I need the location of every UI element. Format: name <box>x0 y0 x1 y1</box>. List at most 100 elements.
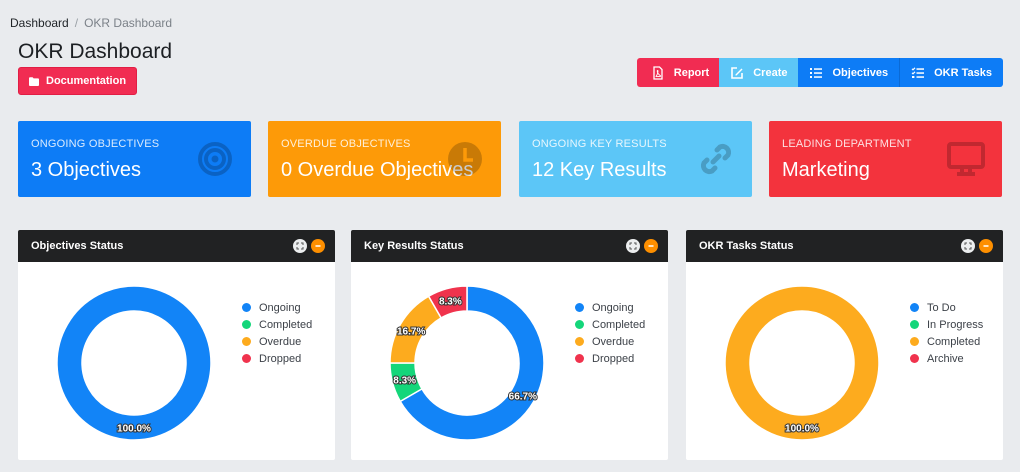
legend-item[interactable]: In Progress <box>910 316 983 333</box>
panel-title: Key Results Status <box>364 240 464 252</box>
legend-item[interactable]: Overdue <box>242 333 312 350</box>
chart-legend: Ongoing Completed Overdue Dropped <box>575 299 645 367</box>
legend-item[interactable]: Overdue <box>575 333 645 350</box>
legend-label: Dropped <box>259 352 302 365</box>
breadcrumb-separator: / <box>74 16 79 30</box>
panel-title: Objectives Status <box>31 240 124 252</box>
documentation-label: Documentation <box>46 75 127 87</box>
task-list-icon <box>911 66 925 78</box>
stat-label: ONGOING OBJECTIVES <box>31 138 160 150</box>
edit-icon <box>731 66 744 79</box>
okr-tasks-label: OKR Tasks <box>934 66 992 79</box>
legend-item[interactable]: Ongoing <box>242 299 312 316</box>
okr-tasks-button[interactable]: OKR Tasks <box>900 58 1003 87</box>
link-icon <box>700 143 732 175</box>
legend-dot <box>575 320 584 329</box>
chart-legend: To Do In Progress Completed Archive <box>910 299 983 367</box>
stat-value: 3 Objectives <box>31 159 142 181</box>
stat-value: 12 Key Results <box>532 159 667 181</box>
legend-label: Archive <box>927 352 964 365</box>
chart-legend: Ongoing Completed Overdue Dropped <box>242 299 312 367</box>
legend-label: Completed <box>259 318 313 331</box>
panel-header: OKR Tasks Status <box>686 230 1003 262</box>
objectives-status-donut-chart: 100.0% <box>56 285 212 441</box>
key-results-status-panel: Key Results Status 66.7% 8.3% 16.7% 8.3% On… <box>351 230 668 460</box>
legend-dot <box>242 303 251 312</box>
panel-tools <box>626 239 658 253</box>
legend-dot <box>575 337 584 346</box>
collapse-icon[interactable] <box>311 239 325 253</box>
okr-tasks-status-donut-chart: 100.0% <box>724 285 880 441</box>
collapse-icon[interactable] <box>644 239 658 253</box>
donut-slice-label-2: 16.7% <box>397 327 425 338</box>
list-icon <box>810 67 823 78</box>
stat-card-ongoing-key-results: ONGOING KEY RESULTS 12 Key Results <box>519 121 752 197</box>
expand-icon[interactable] <box>293 239 307 253</box>
donut-slice-0[interactable] <box>56 285 212 441</box>
action-toolbar: Report Create Objectives OKR Tasks <box>636 58 1003 87</box>
collapse-icon[interactable] <box>979 239 993 253</box>
donut-slice-label-1: 8.3% <box>393 376 416 387</box>
stat-card-overdue-objectives: OVERDUE OBJECTIVES 0 Overdue Objectives <box>268 121 501 197</box>
expand-icon[interactable] <box>626 239 640 253</box>
legend-label: Ongoing <box>592 301 634 314</box>
target-icon <box>198 142 232 176</box>
panel-header: Key Results Status <box>351 230 668 262</box>
donut-slice-label-3: 8.3% <box>439 297 462 308</box>
legend-dot <box>575 303 584 312</box>
legend-dot <box>910 337 919 346</box>
stat-card-leading-department: LEADING DEPARTMENT Marketing <box>769 121 1002 197</box>
objectives-label: Objectives <box>832 66 889 79</box>
legend-item[interactable]: Completed <box>575 316 645 333</box>
legend-item[interactable]: Ongoing <box>575 299 645 316</box>
donut-slice-label-0: 100.0% <box>785 424 819 435</box>
stat-value: Marketing <box>782 159 870 181</box>
page-title: OKR Dashboard <box>18 40 173 63</box>
legend-label: Overdue <box>259 335 302 348</box>
monitor-icon <box>947 142 985 176</box>
report-label: Report <box>673 66 710 79</box>
create-button[interactable]: Create <box>719 58 799 87</box>
clock-icon <box>448 142 482 176</box>
stat-label: OVERDUE OBJECTIVES <box>281 138 411 150</box>
panel-title: OKR Tasks Status <box>699 240 794 252</box>
legend-dot <box>910 320 919 329</box>
donut-slice-0[interactable] <box>724 285 880 441</box>
objectives-button[interactable]: Objectives <box>798 58 901 87</box>
key-results-status-donut-chart: 66.7% 8.3% 16.7% 8.3% <box>389 285 545 441</box>
legend-item[interactable]: Dropped <box>242 350 312 367</box>
legend-label: Dropped <box>592 352 635 365</box>
legend-label: In Progress <box>927 318 984 331</box>
donut-slice-label-0: 100.0% <box>117 424 151 435</box>
documentation-button[interactable]: Documentation <box>18 67 138 95</box>
expand-icon[interactable] <box>961 239 975 253</box>
stat-card-ongoing-objectives: ONGOING OBJECTIVES 3 Objectives <box>18 121 251 197</box>
legend-label: Completed <box>927 335 981 348</box>
legend-item[interactable]: Archive <box>910 350 983 367</box>
pdf-file-icon <box>653 65 663 80</box>
legend-dot <box>910 354 919 363</box>
legend-dot <box>242 354 251 363</box>
create-label: Create <box>753 66 788 79</box>
stat-label: ONGOING KEY RESULTS <box>532 138 667 150</box>
legend-item[interactable]: Completed <box>242 316 312 333</box>
donut-slice-label-0: 66.7% <box>509 391 537 402</box>
legend-label: Completed <box>592 318 646 331</box>
breadcrumb-current: OKR Dashboard <box>84 16 173 30</box>
legend-item[interactable]: To Do <box>910 299 983 316</box>
breadcrumb-dashboard-link[interactable]: Dashboard <box>10 16 69 30</box>
panel-header: Objectives Status <box>18 230 335 262</box>
legend-item[interactable]: Dropped <box>575 350 645 367</box>
legend-dot <box>910 303 919 312</box>
legend-dot <box>575 354 584 363</box>
legend-label: Overdue <box>592 335 635 348</box>
breadcrumb: Dashboard / OKR Dashboard <box>10 16 172 30</box>
panel-tools <box>961 239 993 253</box>
panel-tools <box>293 239 325 253</box>
stat-label: LEADING DEPARTMENT <box>782 138 912 150</box>
report-button[interactable]: Report <box>636 58 720 87</box>
legend-label: Ongoing <box>259 301 301 314</box>
legend-dot <box>242 320 251 329</box>
okr-tasks-status-panel: OKR Tasks Status 100.0% To Do In Progres… <box>686 230 1003 460</box>
legend-item[interactable]: Completed <box>910 333 983 350</box>
